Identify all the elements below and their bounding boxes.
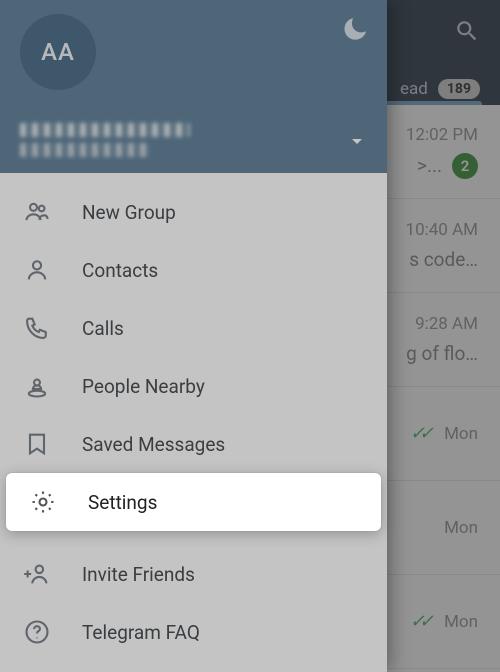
menu-separator: [0, 531, 387, 545]
menu-saved-messages[interactable]: Saved Messages: [0, 415, 387, 473]
menu-label: Invite Friends: [82, 563, 195, 586]
menu-label: New Group: [82, 201, 176, 224]
menu-telegram-faq[interactable]: Telegram FAQ: [0, 603, 387, 661]
person-icon: [22, 256, 52, 284]
account-info[interactable]: [20, 123, 190, 157]
avatar[interactable]: AA: [20, 14, 96, 90]
moon-icon[interactable]: [341, 14, 369, 46]
invite-icon: [22, 560, 52, 588]
menu-settings[interactable]: Settings: [6, 473, 381, 531]
group-icon: [22, 198, 52, 226]
nearby-icon: [22, 372, 52, 400]
menu-label: Telegram FAQ: [82, 621, 200, 644]
menu-label: Calls: [82, 317, 124, 340]
gear-icon: [28, 488, 58, 516]
bookmark-icon: [22, 430, 52, 458]
menu-label: People Nearby: [82, 375, 205, 398]
account-phone-redacted: [20, 143, 150, 157]
menu-label: Settings: [88, 491, 157, 514]
menu-people-nearby[interactable]: People Nearby: [0, 357, 387, 415]
navigation-drawer: AA New Group Conta: [0, 0, 387, 672]
avatar-initials: AA: [41, 38, 75, 66]
drawer-header: AA: [0, 0, 387, 173]
menu-calls[interactable]: Calls: [0, 299, 387, 357]
menu-new-group[interactable]: New Group: [0, 183, 387, 241]
menu-invite-friends[interactable]: Invite Friends: [0, 545, 387, 603]
menu-contacts[interactable]: Contacts: [0, 241, 387, 299]
menu-label: Saved Messages: [82, 433, 225, 456]
drawer-menu: New Group Contacts Calls People Nearby S: [0, 173, 387, 672]
account-name-redacted: [20, 123, 190, 137]
help-icon: [22, 618, 52, 646]
menu-label: Contacts: [82, 259, 158, 282]
chevron-down-icon[interactable]: [345, 129, 369, 157]
phone-icon: [22, 314, 52, 342]
